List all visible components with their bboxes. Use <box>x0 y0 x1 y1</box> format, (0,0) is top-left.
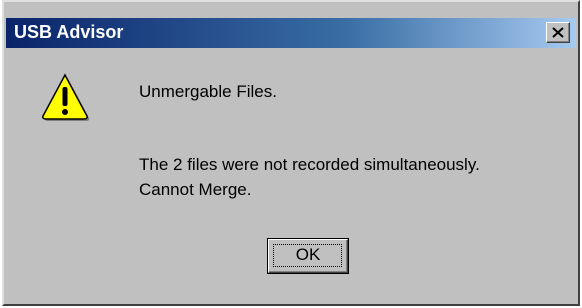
message-text: The 2 files were not recorded simultaneo… <box>139 155 480 174</box>
dialog-window: USB Advisor Unmergable Files. The 2 file… <box>2 0 580 306</box>
message-heading: Unmergable Files. <box>139 82 277 101</box>
message-text-secondary: Cannot Merge. <box>139 180 252 199</box>
close-icon <box>552 27 564 38</box>
close-button[interactable] <box>546 22 570 43</box>
dialog-title: USB Advisor <box>14 22 124 42</box>
ok-button-label: OK <box>295 245 321 264</box>
title-bar[interactable]: USB Advisor <box>6 18 576 48</box>
warning-icon <box>42 73 90 121</box>
ok-button[interactable]: OK <box>267 238 349 274</box>
